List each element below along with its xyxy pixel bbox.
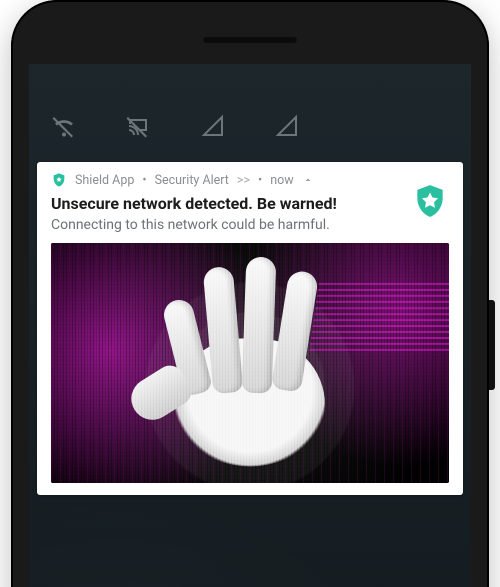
cell-signal-2-icon[interactable] — [274, 113, 300, 139]
notification-app-name: Shield App — [75, 173, 134, 188]
screen: 5:34 PM — [29, 64, 471, 587]
phone-speaker — [202, 36, 298, 44]
cell-signal-1-icon[interactable] — [200, 113, 226, 139]
phone-frame: 5:34 PM — [11, 0, 489, 587]
notification-category: Security Alert — [155, 173, 229, 188]
notification-big-picture — [51, 243, 449, 483]
notification-card[interactable]: Shield App • Security Alert >> • now Uns… — [37, 162, 463, 495]
side-button — [489, 300, 495, 390]
notification-title: Unsecure network detected. Be warned! — [51, 194, 449, 213]
shield-star-icon — [411, 182, 449, 220]
cast-off-icon[interactable] — [125, 113, 151, 139]
notification-time: now — [270, 173, 293, 188]
wifi-off-icon[interactable] — [51, 113, 77, 139]
notification-arrows: >> — [237, 173, 250, 188]
glitch-lines — [309, 281, 449, 351]
hand-finger-shape — [242, 257, 277, 394]
notification-body: Connecting to this network could be harm… — [51, 217, 449, 233]
dot-sep: • — [258, 173, 262, 188]
shield-star-icon — [51, 172, 67, 188]
notification-header: Shield App • Security Alert >> • now — [51, 172, 449, 188]
chevron-up-icon[interactable] — [302, 174, 314, 186]
dot-sep: • — [142, 173, 146, 188]
